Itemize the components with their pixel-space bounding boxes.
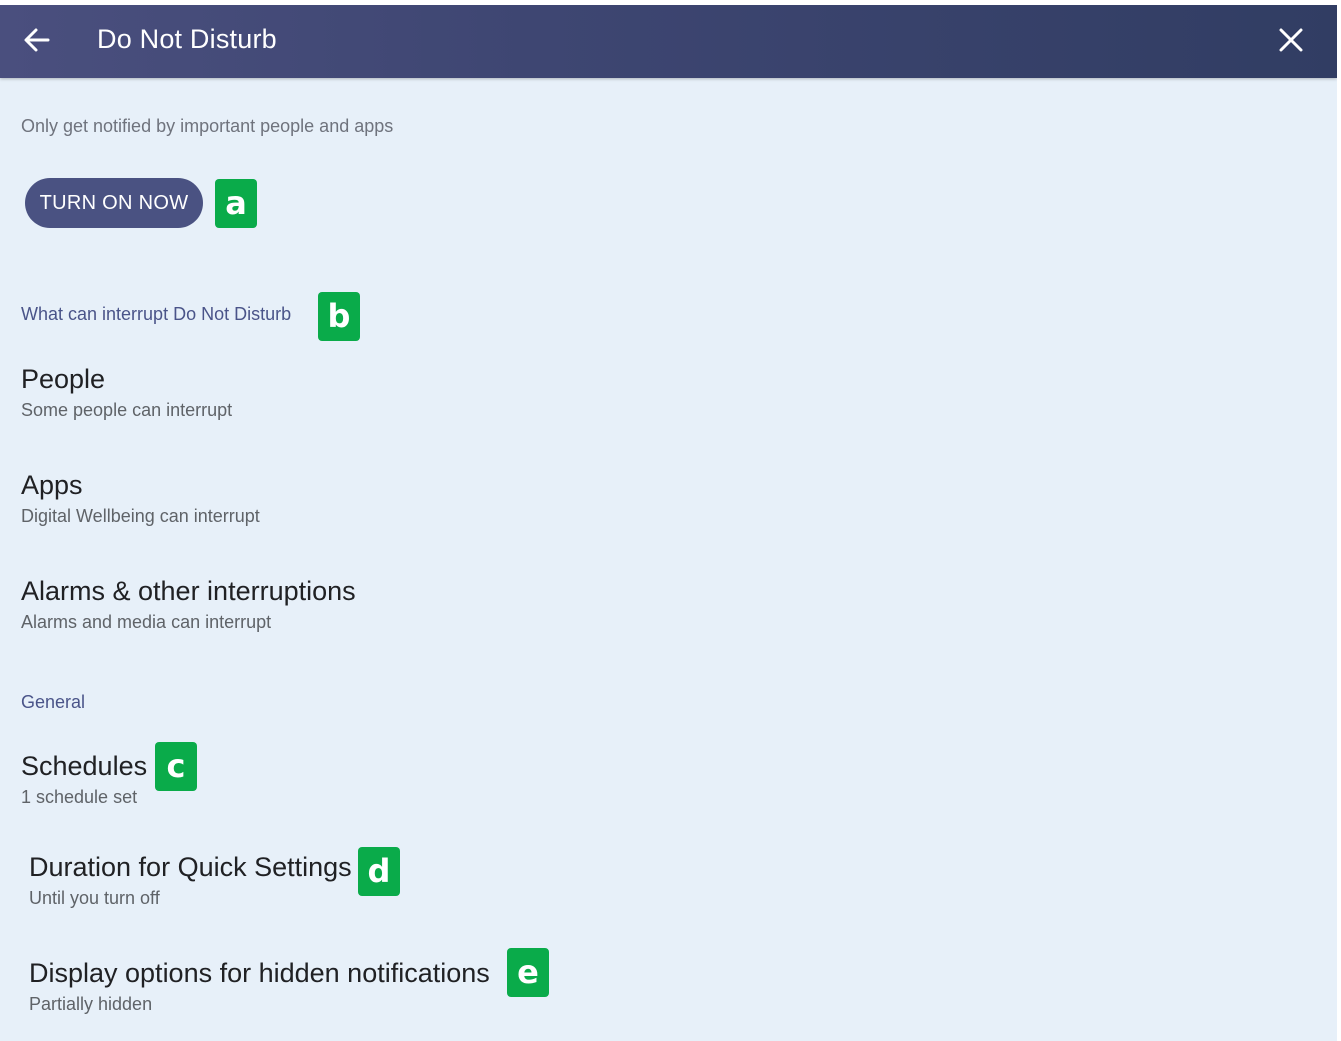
turn-on-now-button[interactable]: TURN ON NOW (25, 178, 203, 228)
list-item-subtitle: Partially hidden (29, 994, 153, 1014)
list-item-people[interactable]: People Some people can interrupt (0, 364, 1337, 448)
dnd-description: Only get notified by important people an… (21, 116, 394, 136)
list-item-title: Display options for hidden notifications (29, 958, 490, 988)
dnd-settings-window: Do Not Disturb Only get notified by impo… (0, 5, 1337, 1041)
list-item-title: People (21, 364, 106, 394)
list-item-subtitle: Alarms and media can interrupt (21, 612, 272, 632)
close-icon (1279, 28, 1303, 52)
list-item-schedules[interactable]: Schedules 1 schedule set (0, 751, 1337, 835)
list-item-subtitle: Until you turn off (29, 888, 160, 908)
list-item-subtitle: Digital Wellbeing can interrupt (21, 506, 260, 526)
list-item-subtitle: Some people can interrupt (21, 400, 233, 420)
arrow-left-icon (24, 28, 50, 52)
page-title: Do Not Disturb (97, 24, 277, 54)
list-item-title: Schedules (21, 751, 148, 781)
list-item-apps[interactable]: Apps Digital Wellbeing can interrupt (0, 470, 1337, 554)
annotation-badge-a: a (215, 179, 257, 228)
list-item-subtitle: 1 schedule set (21, 787, 138, 807)
list-item-duration[interactable]: Duration for Quick Settings Until you tu… (0, 852, 1337, 936)
section-header-interrupt: What can interrupt Do Not Disturb (21, 304, 292, 324)
close-button[interactable] (1274, 23, 1308, 57)
list-item-display-options[interactable]: Display options for hidden notifications… (0, 958, 1337, 1041)
back-button[interactable] (20, 23, 54, 57)
list-item-title: Alarms & other interruptions (21, 576, 356, 606)
list-item-title: Duration for Quick Settings (29, 852, 352, 882)
section-header-general: General (21, 692, 86, 712)
list-item-alarms[interactable]: Alarms & other interruptions Alarms and … (0, 576, 1337, 660)
app-bar: Do Not Disturb (0, 5, 1337, 78)
annotation-badge-d: d (358, 847, 400, 896)
annotation-badge-c: c (155, 742, 197, 791)
annotation-badge-e: e (507, 948, 549, 997)
annotation-badge-b: b (318, 292, 360, 341)
list-item-title: Apps (21, 470, 83, 500)
